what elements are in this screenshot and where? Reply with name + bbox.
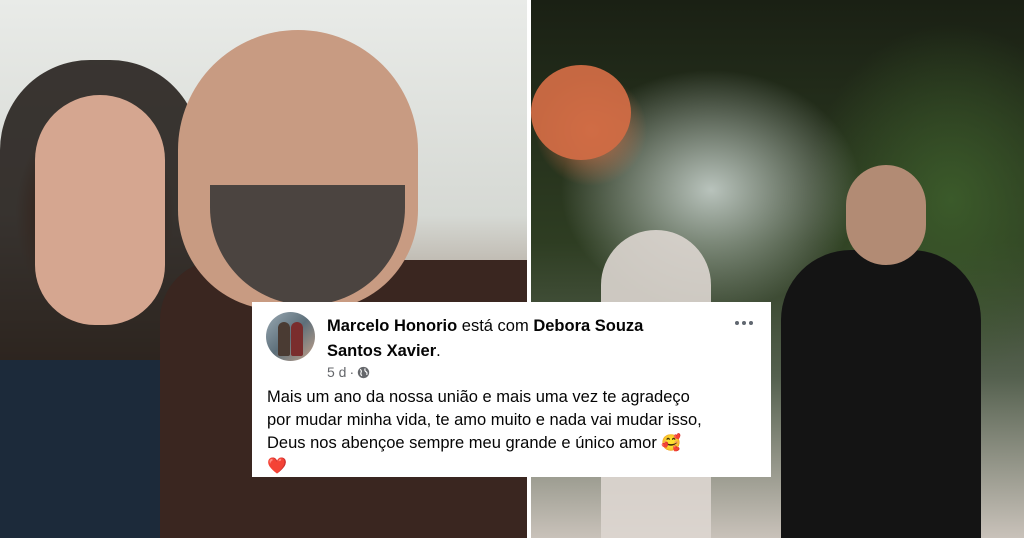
dot [749, 321, 753, 325]
photo-shape [35, 95, 165, 325]
red-heart-emoji: ❤️ [267, 458, 287, 475]
message-line-1: Mais um ano da nossa união e mais uma ve… [267, 388, 690, 406]
message-line-2: por mudar minha vida, te amo muito e nad… [267, 411, 702, 429]
tagged-name-link[interactable]: Debora Souza [533, 317, 643, 335]
smiling-face-hearts-emoji: 🥰 [661, 435, 682, 452]
dot [742, 321, 746, 325]
facebook-post-card: Marcelo Honorio está com Debora Souza Sa… [252, 302, 771, 477]
message-line-3: Deus nos abençoe sempre meu grande e úni… [267, 434, 657, 452]
with-text: está com [461, 317, 529, 335]
post-timestamp-link[interactable]: 5 d [327, 364, 346, 380]
post-meta: 5 d · [327, 364, 370, 380]
dot [735, 321, 739, 325]
author-name-link[interactable]: Marcelo Honorio [327, 317, 457, 335]
post-header: Marcelo Honorio está com Debora Souza Sa… [327, 314, 727, 364]
header-period: . [436, 342, 441, 360]
photo-shape [531, 65, 631, 160]
photo-shape [781, 250, 981, 538]
photo-shape [846, 165, 926, 265]
avatar-figure [278, 322, 290, 356]
globe-icon[interactable] [357, 366, 370, 379]
author-avatar[interactable] [266, 312, 315, 361]
meta-separator: · [349, 364, 355, 380]
ellipsis-icon[interactable] [735, 318, 757, 328]
post-message: Mais um ano da nossa união e mais uma ve… [267, 386, 762, 478]
avatar-figure [291, 322, 303, 356]
tagged-name-link-cont[interactable]: Santos Xavier [327, 342, 436, 360]
